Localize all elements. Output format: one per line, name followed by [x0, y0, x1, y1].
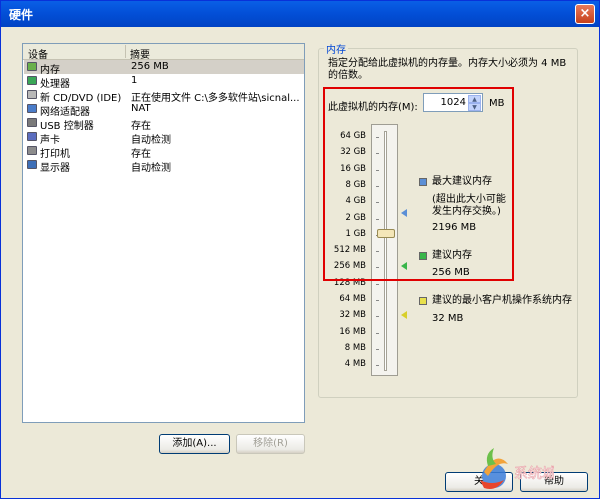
min-legend-title: 建议的最小客户机操作系统内存: [432, 295, 572, 306]
scale-tick: [376, 300, 379, 301]
min-recommended-marker-icon: [401, 311, 407, 319]
device-summary: 256 MB: [131, 61, 169, 72]
cpu-icon: [27, 76, 37, 85]
memory-group-title: 内存: [324, 41, 348, 56]
device-row-3[interactable]: 网络适配器 NAT: [24, 102, 304, 118]
device-row-2[interactable]: 新 CD/DVD (IDE) 正在使用文件 C:\多多软件站\sicnal...: [24, 88, 304, 104]
device-name: 显示器: [40, 163, 70, 174]
cd-icon: [27, 90, 37, 99]
speaker-icon: [27, 132, 37, 141]
printer-icon: [27, 146, 37, 155]
min-legend-value: 32 MB: [432, 313, 464, 324]
column-header-summary[interactable]: 摘要: [130, 46, 150, 61]
scale-label: 32 MB: [339, 310, 366, 321]
scale-label: 16 MB: [339, 326, 366, 337]
device-row-4[interactable]: USB 控制器 存在: [24, 116, 304, 132]
window-title: 硬件: [9, 8, 34, 22]
highlight-box: [323, 87, 514, 281]
usb-icon: [27, 118, 37, 127]
memory-icon: [27, 62, 37, 71]
device-list[interactable]: 设备 摘要 内存 256 MB 处理器 1 新 CD/DVD (IDE) 正在使用文件 C…: [22, 43, 305, 423]
scale-label: 8 MB: [344, 342, 366, 353]
column-header-device[interactable]: 设备: [28, 46, 48, 61]
device-summary: NAT: [131, 103, 151, 114]
min-legend-swatch-icon: [419, 297, 427, 305]
add-button[interactable]: 添加(A)...: [159, 434, 230, 454]
device-list-header: 设备 摘要: [23, 44, 304, 61]
device-row-6[interactable]: 打印机 存在: [24, 144, 304, 160]
scale-tick: [376, 283, 379, 285]
monitor-icon: [27, 160, 37, 169]
scale-label: 4 MB: [344, 359, 366, 370]
watermark-logo-icon: 系统城: [480, 448, 554, 489]
device-summary: 自动检测: [131, 163, 171, 174]
device-row-7[interactable]: 显示器 自动检测: [24, 158, 304, 174]
network-icon: [27, 104, 37, 113]
watermark-text: 系统城: [514, 466, 554, 482]
title-bar[interactable]: 硬件 ×: [1, 1, 599, 27]
scale-tick: [376, 316, 379, 318]
scale-tick: [376, 365, 379, 367]
remove-button: 移除(R): [236, 434, 305, 454]
device-row-5[interactable]: 声卡 自动检测: [24, 130, 304, 146]
scale-tick: [376, 348, 379, 350]
device-row-0[interactable]: 内存 256 MB: [24, 60, 304, 76]
scale-tick: [376, 332, 379, 334]
scale-label: 64 MB: [339, 294, 366, 304]
device-row-1[interactable]: 处理器 1: [24, 74, 304, 90]
device-summary: 1: [131, 75, 138, 86]
close-button[interactable]: ×: [575, 4, 595, 24]
memory-description: 指定分配给此虚拟机的内存量。内存大小必须为 4 MB 的倍数。: [328, 58, 567, 81]
